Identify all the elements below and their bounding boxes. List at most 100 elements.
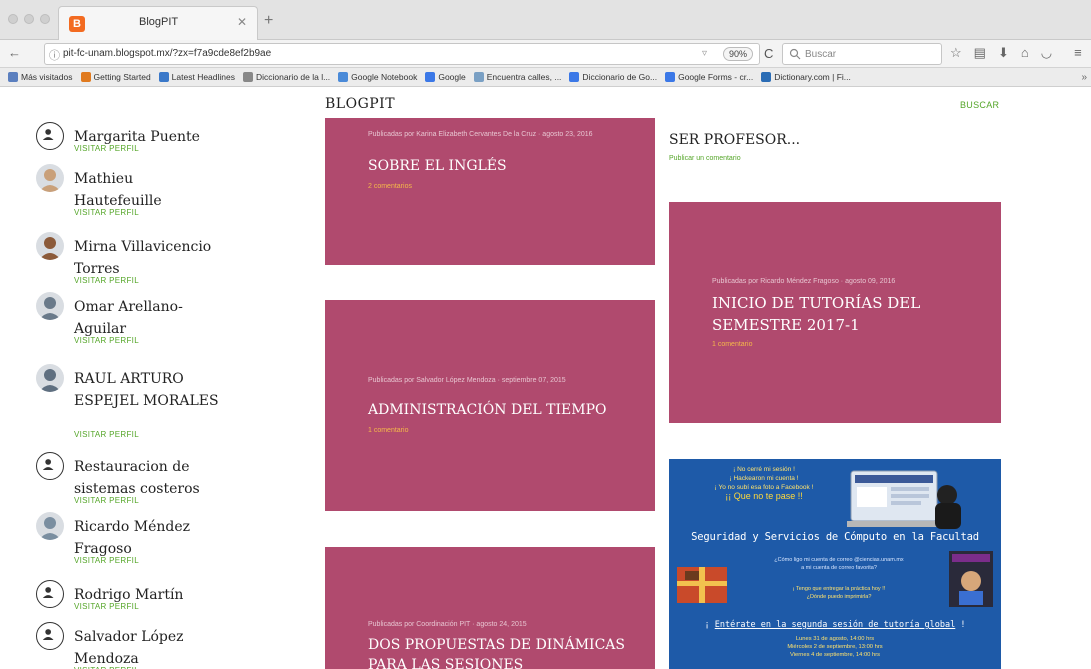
info-icon[interactable]: ⓘ — [49, 47, 60, 63]
back-icon[interactable]: ← — [8, 45, 21, 60]
flyer-line: ¡ Tengo que entregar la práctica hoy !! — [792, 586, 886, 592]
visit-profile-link[interactable]: VISITAR PERFIL — [74, 430, 139, 439]
search-box[interactable]: Buscar — [782, 43, 942, 65]
minimize-window-button[interactable] — [24, 14, 34, 24]
flyer-date: Miércoles 2 de septiembre, 13:00 hrs — [787, 643, 883, 650]
book-cover-illustration — [949, 551, 993, 607]
url-text: pit-fc-unam.blogspot.mx/?zx=f7a9cde8ef2b… — [63, 48, 272, 59]
toolbar-icons: ☆ ▤ ⬇ ⌂ ◡ ≡ — [950, 45, 1082, 61]
visit-profile-link[interactable]: VISITAR PERFIL — [74, 276, 139, 285]
bookmark-item[interactable]: Dictionary.com | Fi... — [761, 72, 851, 82]
post-image-flyer[interactable]: ¡ No cerré mi sesión ! ¡ Hackearon mi cu… — [669, 459, 1001, 669]
new-tab-button[interactable]: + — [264, 12, 273, 30]
visit-profile-link[interactable]: VISITAR PERFIL — [74, 496, 139, 505]
post-comments-link[interactable]: 2 comentarios — [368, 183, 412, 190]
flyer-question-1: ¿Cómo ligo mi cuenta de correo @ciencias… — [739, 556, 939, 572]
close-icon[interactable]: ✕ — [237, 15, 247, 29]
tab-blogpit[interactable]: B BlogPIT ✕ — [58, 6, 258, 40]
contributor-name[interactable]: Omar Arellano-Aguilar — [74, 296, 224, 340]
reload-icon[interactable]: C — [764, 46, 773, 61]
flyer-dates: Lunes 31 de agosto, 14:00 hrs Miércoles … — [669, 636, 1001, 659]
visit-profile-link[interactable]: VISITAR PERFIL — [74, 602, 139, 611]
download-icon[interactable]: ⬇ — [998, 45, 1009, 61]
bookmark-label: Diccionario de Go... — [582, 72, 658, 82]
bookmark-item[interactable]: Google — [425, 72, 466, 82]
contributor-name[interactable]: Mirna Villavicencio Torres — [74, 236, 224, 280]
menu-icon[interactable]: ≡ — [1074, 45, 1082, 61]
post-meta: Publicadas por Karina Elizabeth Cervante… — [368, 131, 593, 138]
flyer-line: ¡ No cerré mi sesión ! — [733, 466, 795, 473]
flyer-line: ¿Cómo ligo mi cuenta de correo @ciencias… — [774, 557, 904, 563]
hacker-laptop-illustration — [847, 470, 961, 529]
post-title[interactable]: DOS PROPUESTAS DE DINÁMICAS PARA LAS SES… — [368, 635, 638, 669]
blog-title[interactable]: BLOGPIT — [325, 96, 395, 112]
chevron-right-icon[interactable]: » — [1081, 72, 1087, 83]
flyer-date: Lunes 31 de agosto, 14:00 hrs — [795, 636, 875, 642]
bookmark-item[interactable]: Más visitados — [8, 72, 73, 82]
address-bar[interactable]: ⓘ pit-fc-unam.blogspot.mx/?zx=f7a9cde8ef… — [44, 43, 760, 65]
zoom-window-button[interactable] — [40, 14, 50, 24]
bookmark-label: Dictionary.com | Fi... — [774, 72, 851, 82]
search-input[interactable]: Buscar — [805, 49, 836, 60]
contributor-name[interactable]: Restauracion de sistemas costeros — [74, 456, 224, 500]
contributor-name[interactable]: RAUL ARTURO ESPEJEL MORALES — [74, 368, 224, 412]
bookmark-icon — [761, 72, 772, 82]
bookmark-item[interactable]: Getting Started — [80, 72, 151, 82]
chevron-down-icon[interactable]: ▿ — [702, 48, 707, 59]
pocket-icon[interactable]: ◡ — [1041, 45, 1052, 61]
home-icon[interactable]: ⌂ — [1021, 45, 1029, 61]
post-comments-link[interactable]: 1 comentario — [368, 427, 408, 434]
bookmarks-toolbar: Más visitados Getting Started Latest Headl… — [0, 68, 1091, 87]
visit-profile-link[interactable]: VISITAR PERFIL — [74, 336, 139, 345]
search-link[interactable]: BUSCAR — [960, 100, 999, 110]
bookmark-item[interactable]: Diccionario de Go... — [569, 72, 657, 82]
post-title[interactable]: SOBRE EL INGLÉS — [368, 156, 638, 176]
flyer-cta: ¡ Entérate en la segunda sesión de tutor… — [669, 620, 1001, 630]
visit-profile-link[interactable]: VISITAR PERFIL — [74, 556, 139, 565]
post-card[interactable]: Publicadas por Karina Elizabeth Cervante… — [325, 118, 655, 265]
bookmark-label: Getting Started — [93, 72, 151, 82]
flyer-line: ¿Dónde puedo imprimirla? — [806, 594, 872, 600]
flyer-question-2: ¡ Tengo que entregar la práctica hoy !! … — [739, 585, 939, 601]
post-card[interactable]: Publicadas por Ricardo Méndez Fragoso · … — [669, 202, 1001, 423]
bookmark-label: Google Notebook — [351, 72, 418, 82]
zoom-level[interactable]: 90% — [722, 47, 753, 61]
bookmark-icon — [243, 72, 253, 82]
post-comments-link[interactable]: 1 comentario — [712, 341, 752, 348]
bookmark-icon — [473, 72, 484, 82]
flyer-line: ¡ Hackearon mi cuenta ! — [729, 475, 799, 482]
post-title[interactable]: SER PROFESOR... — [669, 132, 800, 148]
bookmark-star-icon[interactable]: ☆ — [950, 45, 962, 61]
visit-profile-link[interactable]: VISITAR PERFIL — [74, 144, 139, 153]
post-meta: Publicadas por Coordinación PIT · agosto… — [368, 621, 527, 628]
tab-strip: B BlogPIT ✕ + — [0, 0, 1091, 40]
navigation-toolbar: ← ⓘ pit-fc-unam.blogspot.mx/?zx=f7a9cde8… — [0, 40, 1091, 68]
flyer-cta-pre: ¡ — [704, 620, 715, 630]
contributor-name[interactable]: Salvador López Mendoza — [74, 626, 224, 669]
bookmark-item[interactable]: Diccionario de la l... — [243, 72, 330, 82]
bookmark-icon — [569, 72, 580, 82]
library-icon[interactable]: ▤ — [974, 45, 986, 61]
bookmark-item[interactable]: Google Forms - cr... — [665, 72, 753, 82]
bookmark-icon — [80, 72, 91, 82]
bookmark-item[interactable]: Encuentra calles, ... — [473, 72, 561, 82]
default-user-icon — [36, 622, 64, 650]
close-window-button[interactable] — [8, 14, 18, 24]
post-card[interactable]: Publicadas por Salvador López Mendoza · … — [325, 300, 655, 511]
contributor-name[interactable]: Mathieu Hautefeuille — [74, 168, 224, 212]
bookmark-label: Google — [438, 72, 466, 82]
post-comment-link[interactable]: Publicar un comentario — [669, 155, 741, 162]
visit-profile-link[interactable]: VISITAR PERFIL — [74, 208, 139, 217]
blog-header: BLOGPIT BUSCAR — [0, 88, 1091, 118]
contributors-list: Margarita Puente VISITAR PERFIL Mathieu Ha… — [0, 118, 300, 669]
post-title[interactable]: ADMINISTRACIÓN DEL TIEMPO — [368, 400, 638, 420]
bookmark-item[interactable]: Google Notebook — [338, 72, 417, 82]
post-card[interactable]: Publicadas por Coordinación PIT · agosto… — [325, 547, 655, 669]
post-title[interactable]: INICIO DE TUTORÍAS DEL SEMESTRE 2017-1 — [712, 292, 982, 336]
contributor-name[interactable]: Ricardo Méndez Fragoso — [74, 516, 224, 560]
bookmark-label: Diccionario de la l... — [256, 72, 331, 82]
bookmark-item[interactable]: Latest Headlines — [158, 72, 235, 82]
flyer-cta-post: ! — [955, 620, 966, 630]
bookmark-icon — [665, 72, 676, 82]
flyer-cta-link[interactable]: Entérate en la segunda sesión de tutoría… — [715, 620, 956, 630]
